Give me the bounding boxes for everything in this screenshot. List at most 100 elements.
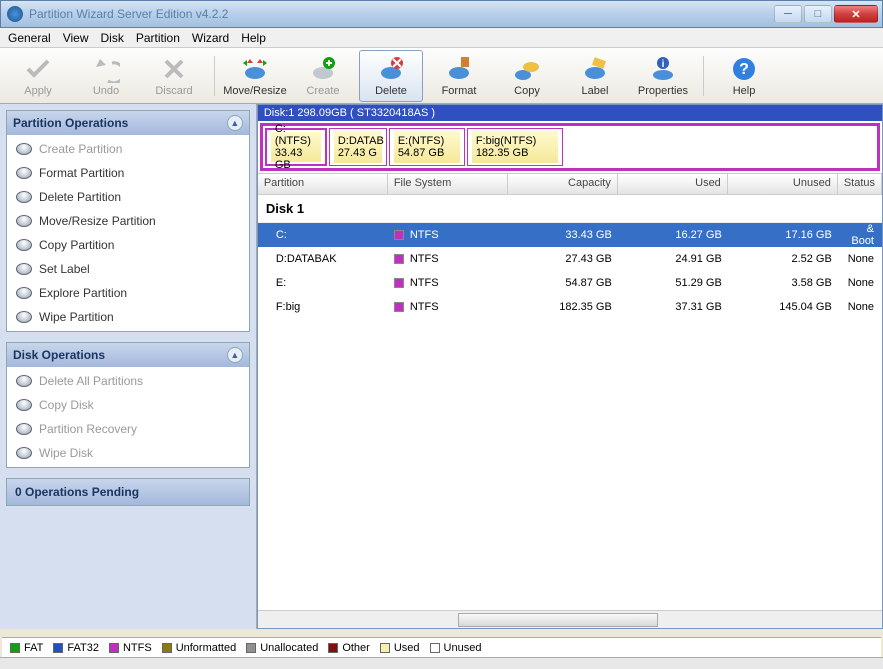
col-header-used[interactable]: Used xyxy=(618,174,728,194)
close-button[interactable]: ✕ xyxy=(834,5,878,23)
disk-ops-title: Disk Operations xyxy=(13,348,105,362)
swatch-icon xyxy=(162,643,172,653)
disk-ops-header[interactable]: Disk Operations ▲ xyxy=(7,343,249,367)
window-title: Partition Wizard Server Edition v4.2.2 xyxy=(29,7,774,21)
legend-label: Unused xyxy=(444,642,482,654)
legend-ntfs: NTFS xyxy=(109,642,152,654)
disk-icon xyxy=(15,420,33,438)
part-name: F:big(NTFS) xyxy=(476,135,554,147)
partition-box[interactable]: C:(NTFS)33.43 GB xyxy=(265,128,327,166)
cell-unused: 17.16 GB xyxy=(728,229,838,241)
op-label: Copy Disk xyxy=(39,398,94,412)
col-header-unused[interactable]: Unused xyxy=(728,174,838,194)
disk-group-label: Disk 1 xyxy=(258,195,882,223)
op-wipe-disk: Wipe Disk xyxy=(7,441,249,465)
col-header-file-system[interactable]: File System xyxy=(388,174,508,194)
disk-icon xyxy=(15,212,33,230)
toolbar-label: Delete xyxy=(375,85,407,97)
sidebar: Partition Operations ▲ Create PartitionF… xyxy=(0,104,257,629)
toolbar-move-resize-button[interactable]: Move/Resize xyxy=(223,50,287,102)
cell-unused: 145.04 GB xyxy=(728,301,838,313)
chevron-up-icon[interactable]: ▲ xyxy=(227,347,243,363)
toolbar-copy-button[interactable]: Copy xyxy=(495,50,559,102)
col-header-status[interactable]: Status xyxy=(838,174,882,194)
cell-partition: F:big xyxy=(258,301,388,313)
partition-row[interactable]: F:bigNTFS182.35 GB37.31 GB145.04 GBNone xyxy=(258,295,882,319)
legend-label: Unformatted xyxy=(176,642,237,654)
legend-label: FAT xyxy=(24,642,43,654)
menu-wizard[interactable]: Wizard xyxy=(192,31,229,45)
legend-used: Used xyxy=(380,642,420,654)
cell-used: 37.31 GB xyxy=(618,301,728,313)
disk-icon xyxy=(15,284,33,302)
menu-disk[interactable]: Disk xyxy=(101,31,124,45)
part-size: 33.43 GB xyxy=(275,147,317,171)
cell-capacity: 27.43 GB xyxy=(508,253,618,265)
toolbar-label-button[interactable]: Label xyxy=(563,50,627,102)
disk-icon xyxy=(15,140,33,158)
op-delete-all-partitions: Delete All Partitions xyxy=(7,369,249,393)
disk-icon xyxy=(15,188,33,206)
col-header-partition[interactable]: Partition xyxy=(258,174,388,194)
app-icon xyxy=(7,6,23,22)
op-label: Delete All Partitions xyxy=(39,374,143,388)
col-header-capacity[interactable]: Capacity xyxy=(508,174,618,194)
minimize-button[interactable]: ─ xyxy=(774,5,802,23)
cell-status: Active & Boot & S xyxy=(838,211,882,259)
pending-ops: 0 Operations Pending xyxy=(6,478,250,506)
partition-box[interactable]: E:(NTFS)54.87 GB xyxy=(389,128,465,166)
chevron-up-icon[interactable]: ▲ xyxy=(227,115,243,131)
toolbar-properties-button[interactable]: iProperties xyxy=(631,50,695,102)
partition-box[interactable]: F:big(NTFS)182.35 GB xyxy=(467,128,563,166)
op-copy-disk: Copy Disk xyxy=(7,393,249,417)
op-copy-partition[interactable]: Copy Partition xyxy=(7,233,249,257)
partition-row[interactable]: E:NTFS54.87 GB51.29 GB3.58 GBNone xyxy=(258,271,882,295)
legend-label: Other xyxy=(342,642,370,654)
cell-status: None xyxy=(838,301,882,313)
cell-capacity: 54.87 GB xyxy=(508,277,618,289)
horizontal-scrollbar[interactable] xyxy=(258,610,882,628)
partition-row[interactable]: C:NTFS33.43 GB16.27 GB17.16 GBActive & B… xyxy=(258,223,882,247)
partition-row[interactable]: D:DATABAKNTFS27.43 GB24.91 GB2.52 GBNone xyxy=(258,247,882,271)
toolbar-help-button[interactable]: ?Help xyxy=(712,50,776,102)
cell-capacity: 33.43 GB xyxy=(508,229,618,241)
cell-partition: D:DATABAK xyxy=(258,253,388,265)
svg-text:?: ? xyxy=(739,61,749,78)
partition-ops-title: Partition Operations xyxy=(13,116,128,130)
menu-general[interactable]: General xyxy=(8,31,51,45)
partition-strip[interactable]: C:(NTFS)33.43 GBD:DATAB27.43 GE:(NTFS)54… xyxy=(260,123,880,171)
disk-icon xyxy=(15,260,33,278)
toolbar-delete-button[interactable]: Delete xyxy=(359,50,423,102)
resize-icon xyxy=(241,55,269,83)
menu-help[interactable]: Help xyxy=(241,31,266,45)
disk-icon xyxy=(15,372,33,390)
swatch-icon xyxy=(53,643,63,653)
partition-box[interactable]: D:DATAB27.43 G xyxy=(329,128,387,166)
op-wipe-partition[interactable]: Wipe Partition xyxy=(7,305,249,329)
toolbar-label: Copy xyxy=(514,85,540,97)
maximize-button[interactable]: □ xyxy=(804,5,832,23)
disk-icon xyxy=(15,164,33,182)
help-icon: ? xyxy=(730,55,758,83)
legend-unallocated: Unallocated xyxy=(246,642,318,654)
op-set-label[interactable]: Set Label xyxy=(7,257,249,281)
menu-view[interactable]: View xyxy=(63,31,89,45)
grid-body: Disk 1 C:NTFS33.43 GB16.27 GB17.16 GBAct… xyxy=(258,195,882,610)
disk-icon xyxy=(15,308,33,326)
op-move-resize-partition[interactable]: Move/Resize Partition xyxy=(7,209,249,233)
toolbar-format-button[interactable]: Format xyxy=(427,50,491,102)
fs-color-icon xyxy=(394,230,404,240)
toolbar-label: Discard xyxy=(155,85,192,97)
partition-ops-header[interactable]: Partition Operations ▲ xyxy=(7,111,249,135)
fs-color-icon xyxy=(394,278,404,288)
op-format-partition[interactable]: Format Partition xyxy=(7,161,249,185)
props-icon: i xyxy=(649,55,677,83)
toolbar-label: Apply xyxy=(24,85,52,97)
op-label: Wipe Disk xyxy=(39,446,93,460)
legend-unused: Unused xyxy=(430,642,482,654)
fs-color-icon xyxy=(394,302,404,312)
op-delete-partition[interactable]: Delete Partition xyxy=(7,185,249,209)
op-explore-partition[interactable]: Explore Partition xyxy=(7,281,249,305)
menu-partition[interactable]: Partition xyxy=(136,31,180,45)
toolbar-label: Label xyxy=(582,85,609,97)
